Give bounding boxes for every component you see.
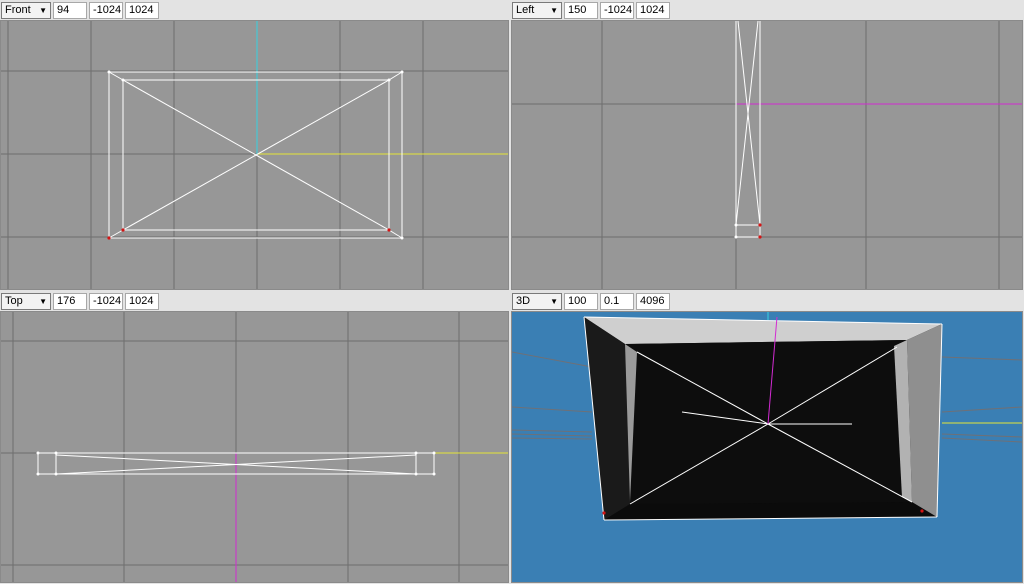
perspective-field-2[interactable]: 0.1 <box>600 292 634 310</box>
perspective-toolbar: 3D ▼ 100 0.1 4096 <box>511 291 1024 311</box>
front-field-1[interactable]: 94 <box>53 1 87 19</box>
left-viewport[interactable] <box>511 20 1023 290</box>
top-viewport-pane: Top ▼ 176 -1024 1024 <box>0 291 509 583</box>
chevron-down-icon: ▼ <box>550 5 558 15</box>
left-field-2[interactable]: -1024 <box>600 1 634 19</box>
top-viewport-canvas[interactable] <box>1 312 508 582</box>
front-field-3[interactable]: 1024 <box>125 1 159 19</box>
perspective-field-3[interactable]: 4096 <box>636 292 670 310</box>
perspective-viewport-pane: 3D ▼ 100 0.1 4096 <box>511 291 1023 583</box>
left-field-1[interactable]: 150 <box>564 1 598 19</box>
top-toolbar: Top ▼ 176 -1024 1024 <box>0 291 510 311</box>
perspective-viewport[interactable] <box>511 311 1023 583</box>
front-view-label: Front <box>5 4 31 16</box>
chevron-down-icon: ▼ <box>39 296 47 306</box>
top-field-2[interactable]: -1024 <box>89 292 123 310</box>
left-view-label: Left <box>516 4 535 16</box>
left-viewport-canvas[interactable] <box>512 21 1022 289</box>
front-view-dropdown[interactable]: Front ▼ <box>1 1 51 19</box>
front-viewport-pane: Front ▼ 94 -1024 1024 <box>0 0 509 290</box>
left-field-3[interactable]: 1024 <box>636 1 670 19</box>
front-viewport-canvas[interactable] <box>1 21 508 289</box>
top-field-3[interactable]: 1024 <box>125 292 159 310</box>
perspective-field-1[interactable]: 100 <box>564 292 598 310</box>
front-field-2[interactable]: -1024 <box>89 1 123 19</box>
perspective-view-label: 3D <box>516 295 531 307</box>
perspective-viewport-canvas[interactable] <box>512 312 1022 582</box>
top-viewport[interactable] <box>0 311 509 583</box>
top-view-label: Top <box>5 295 23 307</box>
perspective-view-dropdown[interactable]: 3D ▼ <box>512 292 562 310</box>
front-viewport[interactable] <box>0 20 509 290</box>
left-toolbar: Left ▼ 150 -1024 1024 <box>511 0 1024 20</box>
top-field-1[interactable]: 176 <box>53 292 87 310</box>
left-view-dropdown[interactable]: Left ▼ <box>512 1 562 19</box>
top-view-dropdown[interactable]: Top ▼ <box>1 292 51 310</box>
left-viewport-pane: Left ▼ 150 -1024 1024 <box>511 0 1023 290</box>
chevron-down-icon: ▼ <box>550 296 558 306</box>
chevron-down-icon: ▼ <box>39 5 47 15</box>
front-toolbar: Front ▼ 94 -1024 1024 <box>0 0 510 20</box>
